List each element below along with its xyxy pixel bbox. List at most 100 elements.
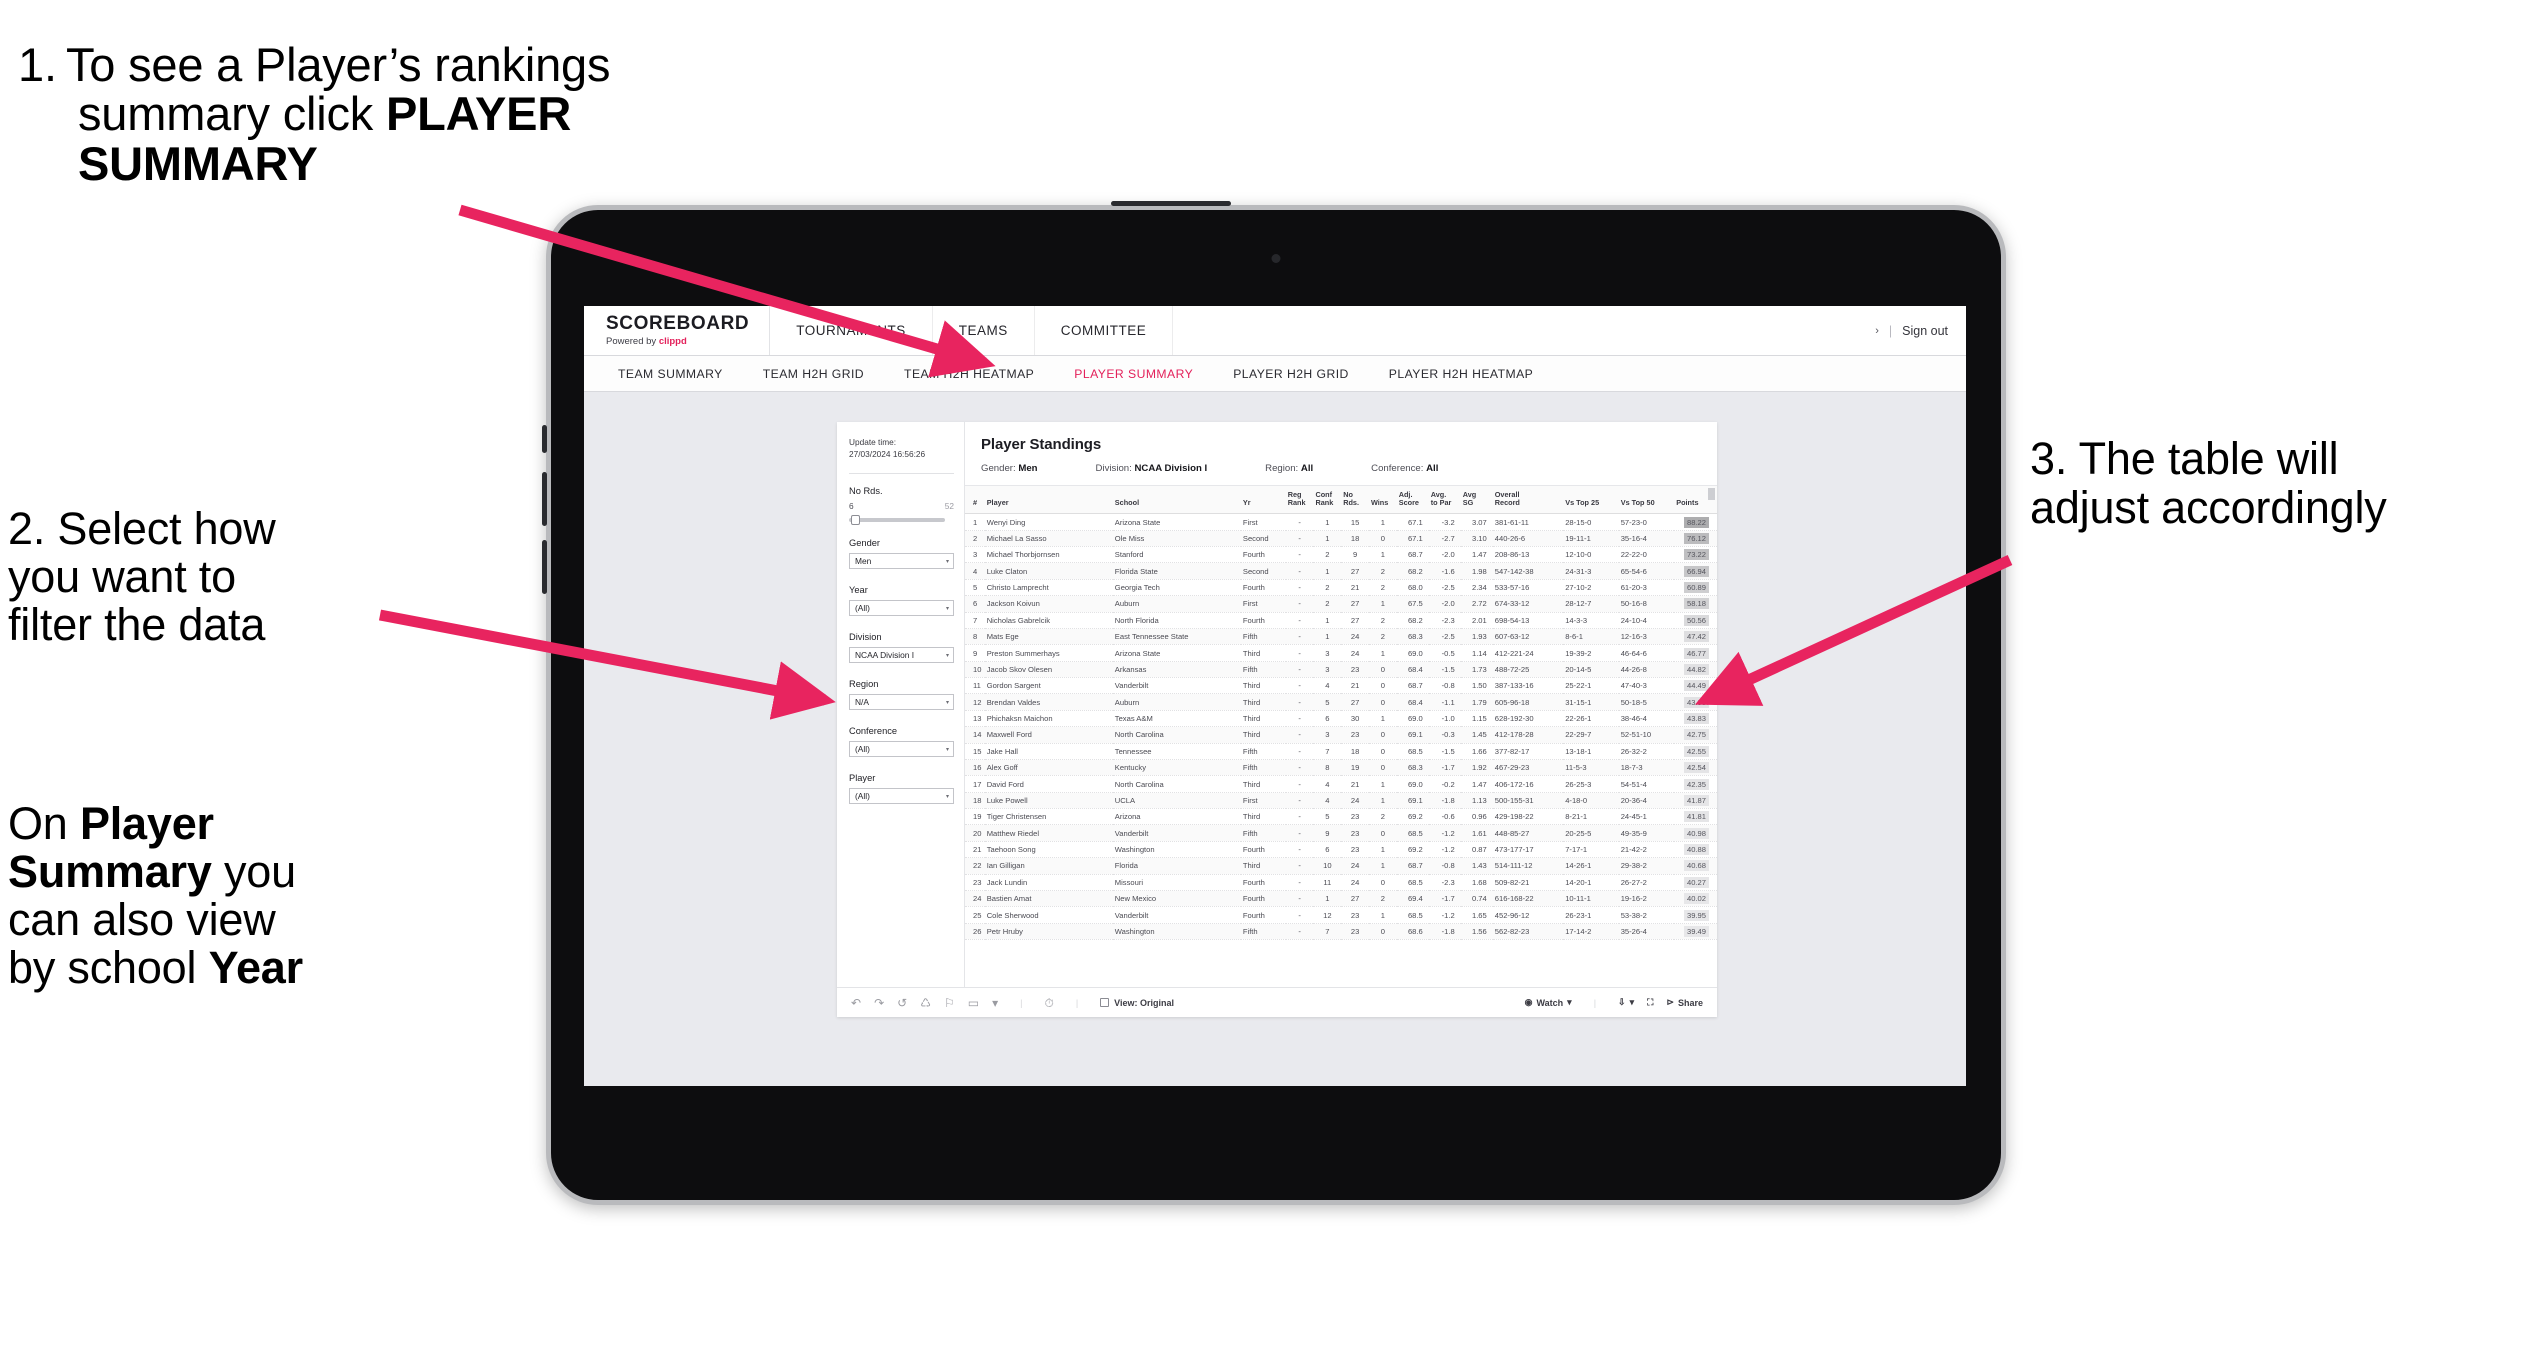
conference-select[interactable]: (All) ▾ [849,741,954,758]
table-cell: Jake Hall [984,743,1113,760]
chevron-right-icon[interactable]: › [1875,325,1879,337]
slider-handle[interactable] [851,515,860,526]
table-cell: 27 [1341,890,1369,908]
table-cell: 68.4 [1396,693,1429,711]
table-cell: 1 [1313,890,1342,908]
table-cell: 4 [1313,792,1342,810]
col-header[interactable]: # [965,486,985,515]
brand-logo[interactable]: SCOREBOARD Powered by clippd [584,306,771,355]
table-cell: 24 [1341,628,1369,646]
table-cell: 19-11-1 [1563,530,1619,548]
table-row[interactable]: 25 Cole Sherwood Vanderbilt Fourth -12 23 1 68.… [965,906,1717,924]
col-header[interactable]: Vs Top 25 [1563,486,1619,515]
watch-button[interactable]: ◉ Watch ▾ [1525,997,1572,1008]
table-row[interactable]: 7 Nicholas Gabrelcik North Florida Fourth -1… [965,612,1717,629]
alerts-icon[interactable]: ⏱ [1044,997,1053,1009]
tab-team-h2h-grid[interactable]: TEAM H2H GRID [743,356,884,392]
col-header[interactable]: Yr [1240,486,1286,515]
table-row[interactable]: 15 Jake Hall Tennessee Fifth -7 18 0 68.5 -1.5 1.… [965,743,1717,760]
year-value: (All) [855,603,870,614]
table-cell: 6 [965,595,985,613]
table-row[interactable]: 18 Luke Powell UCLA First -4 24 1 69.1 -1.8 1.13 5… [965,792,1717,810]
table-row[interactable]: 24 Bastien Amat New Mexico Fourth -1 27 2 69.4-… [965,890,1717,908]
nav-tournaments[interactable]: TOURNAMENTS [770,306,933,355]
table-row[interactable]: 21 Taehoon Song Washington Fourth -6 23 1 69.2-… [965,841,1717,859]
download-button[interactable]: ⇩ ▾ [1618,997,1634,1008]
table-row[interactable]: 23 Jack Lundin Missouri Fourth -11 24 0 68.5 -2.… [965,874,1717,891]
table-row[interactable]: 16 Alex Goff Kentucky Fifth -8 19 0 68.3 -1.7 1.9… [965,759,1717,777]
table-cell: 76.12 [1674,530,1717,548]
col-header[interactable]: Avg SG [1460,486,1493,515]
sign-out-button[interactable]: Sign out [1902,324,1948,338]
redo-icon[interactable]: ↷ [874,997,884,1009]
share-button[interactable]: ⊳ Share [1666,997,1703,1008]
conference-label: Conference [849,726,898,737]
tab-player-summary[interactable]: PLAYER SUMMARY [1054,356,1213,392]
table-cell: 68.2 [1396,562,1429,580]
pause-icon[interactable]: ⚐ [944,997,955,1009]
col-header[interactable]: Avg. to Par [1428,486,1461,515]
table-row[interactable]: 4 Luke Claton Florida State Second -1 27 2 68.2… [965,562,1717,580]
col-header[interactable]: Overall Record [1492,486,1564,515]
tab-team-summary[interactable]: TEAM SUMMARY [598,356,743,392]
division-select[interactable]: NCAA Division I ▾ [849,647,954,664]
table-cell: North Carolina [1112,726,1241,744]
tab-player-h2h-heatmap[interactable]: PLAYER H2H HEATMAP [1369,356,1553,392]
table-cell: 15 [965,743,985,760]
table-cell: 23 [1341,841,1369,859]
table-row[interactable]: 13 Phichaksn Maichon Texas A&M Third -6 30 1 69… [965,710,1717,728]
table-row[interactable]: 9 Preston Summerhays Arizona State Third -3 2… [965,644,1717,662]
table-cell: 16 [965,759,985,777]
view-original-button[interactable]: View: Original [1100,998,1174,1008]
player-select[interactable]: (All) ▾ [849,788,954,805]
col-header[interactable]: Reg Rank [1285,486,1314,515]
table-row[interactable]: 1 Wenyi Ding Arizona State First -1 15 1 67.1 -3… [965,513,1717,531]
region-select[interactable]: N/A ▾ [849,694,954,711]
table-cell: 44.49 [1674,677,1717,695]
table-row[interactable]: 6 Jackson Koivun Auburn First -2 27 1 67.5 -2.0 2… [965,595,1717,613]
refresh-icon[interactable]: ♺ [920,997,931,1009]
table-row[interactable]: 10 Jacob Skov Olesen Arkansas Fifth -3 23 0 68.… [965,661,1717,679]
col-header[interactable]: School [1112,486,1241,515]
table-row[interactable]: 2 Michael La Sasso Ole Miss Second -1 18 0 67.1… [965,530,1717,548]
fullscreen-button[interactable]: ⛶ [1647,997,1653,1008]
table-row[interactable]: 5 Christo Lamprecht Georgia Tech Fourth -2 21… [965,579,1717,597]
rectangle-select-icon[interactable]: ▭ [968,997,979,1009]
tab-player-h2h-grid[interactable]: PLAYER H2H GRID [1213,356,1369,392]
table-row[interactable]: 11 Gordon Sargent Vanderbilt Third -4 21 0 68.7… [965,677,1717,695]
chevron-down-icon[interactable]: ▾ [992,997,998,1009]
table-row[interactable]: 14 Maxwell Ford North Carolina Third -3 23 0 69… [965,726,1717,744]
table-row[interactable]: 26 Petr Hruby Washington Fifth -7 23 0 68.6 -1.8… [965,923,1717,941]
table-cell: -0.3 [1428,726,1461,744]
col-header[interactable]: Vs Top 50 [1618,486,1675,515]
note-line-4-plain: by school [8,942,209,994]
nav-teams[interactable]: TEAMS [933,306,1035,355]
gender-select[interactable]: Men ▾ [849,553,954,570]
table-row[interactable]: 19 Tiger Christensen Arizona Third -5 23 2 69.2… [965,808,1717,826]
table-row[interactable]: 12 Brendan Valdes Auburn Third -5 27 0 68.4 -1.1… [965,693,1717,711]
update-time-block: Update time: 27/03/2024 16:56:26 [849,436,954,460]
vertical-scrollbar[interactable] [1708,488,1715,500]
table-row[interactable]: 17 David Ford North Carolina Third -4 21 1 69.0… [965,775,1717,793]
revert-icon[interactable]: ↺ [897,997,907,1009]
col-header[interactable]: Adj. Score [1396,486,1429,515]
table-row[interactable]: 3 Michael Thorbjornsen Stanford Fourth -2 9 1 6… [965,546,1717,564]
col-header[interactable]: Wins [1368,486,1397,515]
no-rounds-slider[interactable] [849,515,945,526]
table-cell: 30 [1341,710,1369,728]
col-header[interactable]: No Rds. [1341,486,1369,515]
col-header[interactable]: Player [984,486,1113,515]
undo-icon[interactable]: ↶ [851,997,861,1009]
year-select[interactable]: (All) ▾ [849,600,954,617]
table-row[interactable]: 20 Matthew Riedel Vanderbilt Fifth -9 23 0 68.5… [965,824,1717,842]
nav-committee[interactable]: COMMITTEE [1035,306,1174,355]
table-cell: 12 [965,693,985,711]
table-row[interactable]: 22 Ian Gilligan Florida Third -10 24 1 68.7 -0.8… [965,857,1717,875]
table-cell: 1.13 [1460,792,1493,810]
table-cell: 0 [1368,923,1397,941]
table-row[interactable]: 8 Mats Ege East Tennessee State Fifth -1 24 2 6… [965,628,1717,646]
tab-team-h2h-heatmap[interactable]: TEAM H2H HEATMAP [884,356,1054,392]
table-cell: 1 [1313,530,1342,548]
col-header[interactable]: Conf Rank [1313,486,1342,515]
table-cell: 12-16-3 [1618,628,1675,646]
